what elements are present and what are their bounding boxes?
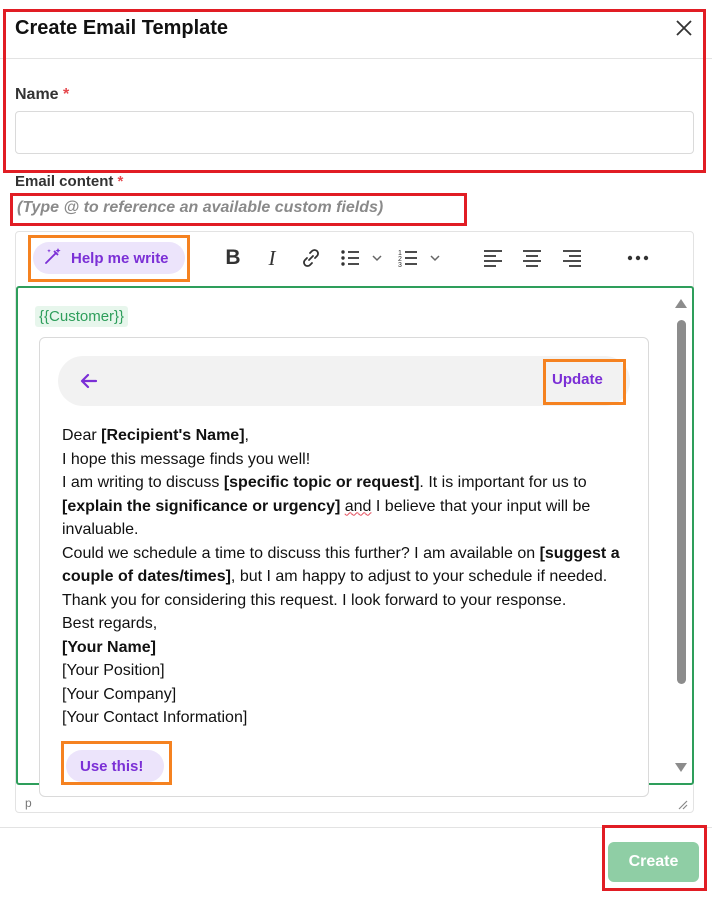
name-input[interactable] xyxy=(15,111,694,154)
editor-status: p xyxy=(25,796,32,810)
align-right-icon[interactable] xyxy=(561,246,583,270)
link-icon[interactable] xyxy=(300,246,322,270)
magic-wand-icon xyxy=(43,246,63,270)
bold-icon[interactable]: B xyxy=(222,246,244,270)
required-mark: * xyxy=(117,173,124,190)
custom-field-chip[interactable]: {{Customer}} xyxy=(35,306,129,327)
italic-icon[interactable]: I xyxy=(262,246,282,270)
suggestion-pill-bar xyxy=(58,356,630,406)
bullet-list-icon[interactable] xyxy=(339,246,383,270)
header-divider xyxy=(0,58,712,59)
svg-text:3: 3 xyxy=(398,262,402,269)
footer-divider xyxy=(0,827,712,828)
align-center-icon[interactable] xyxy=(521,246,543,270)
update-button[interactable]: Update xyxy=(552,371,603,388)
custom-fields-hint: (Type @ to reference an available custom… xyxy=(17,199,384,216)
align-left-icon[interactable] xyxy=(482,246,504,270)
help-me-write-button[interactable]: Help me write xyxy=(33,242,185,274)
required-mark: * xyxy=(63,86,70,103)
help-me-write-label: Help me write xyxy=(71,249,169,267)
email-content-label: Email content * xyxy=(15,173,124,190)
resize-handle-icon[interactable] xyxy=(676,797,688,810)
use-this-button[interactable]: Use this! xyxy=(66,750,164,782)
suggestion-letter: Dear [Recipient's Name], I hope this mes… xyxy=(62,427,620,726)
dialog-title: Create Email Template xyxy=(15,17,229,39)
close-icon[interactable] xyxy=(674,18,694,38)
back-arrow-icon[interactable] xyxy=(78,370,100,392)
more-icon[interactable] xyxy=(626,246,650,270)
scrollbar-thumb[interactable] xyxy=(677,320,686,684)
numbered-list-icon[interactable]: 123 xyxy=(398,246,442,270)
name-label: Name * xyxy=(15,86,70,103)
create-button[interactable]: Create xyxy=(608,842,699,882)
